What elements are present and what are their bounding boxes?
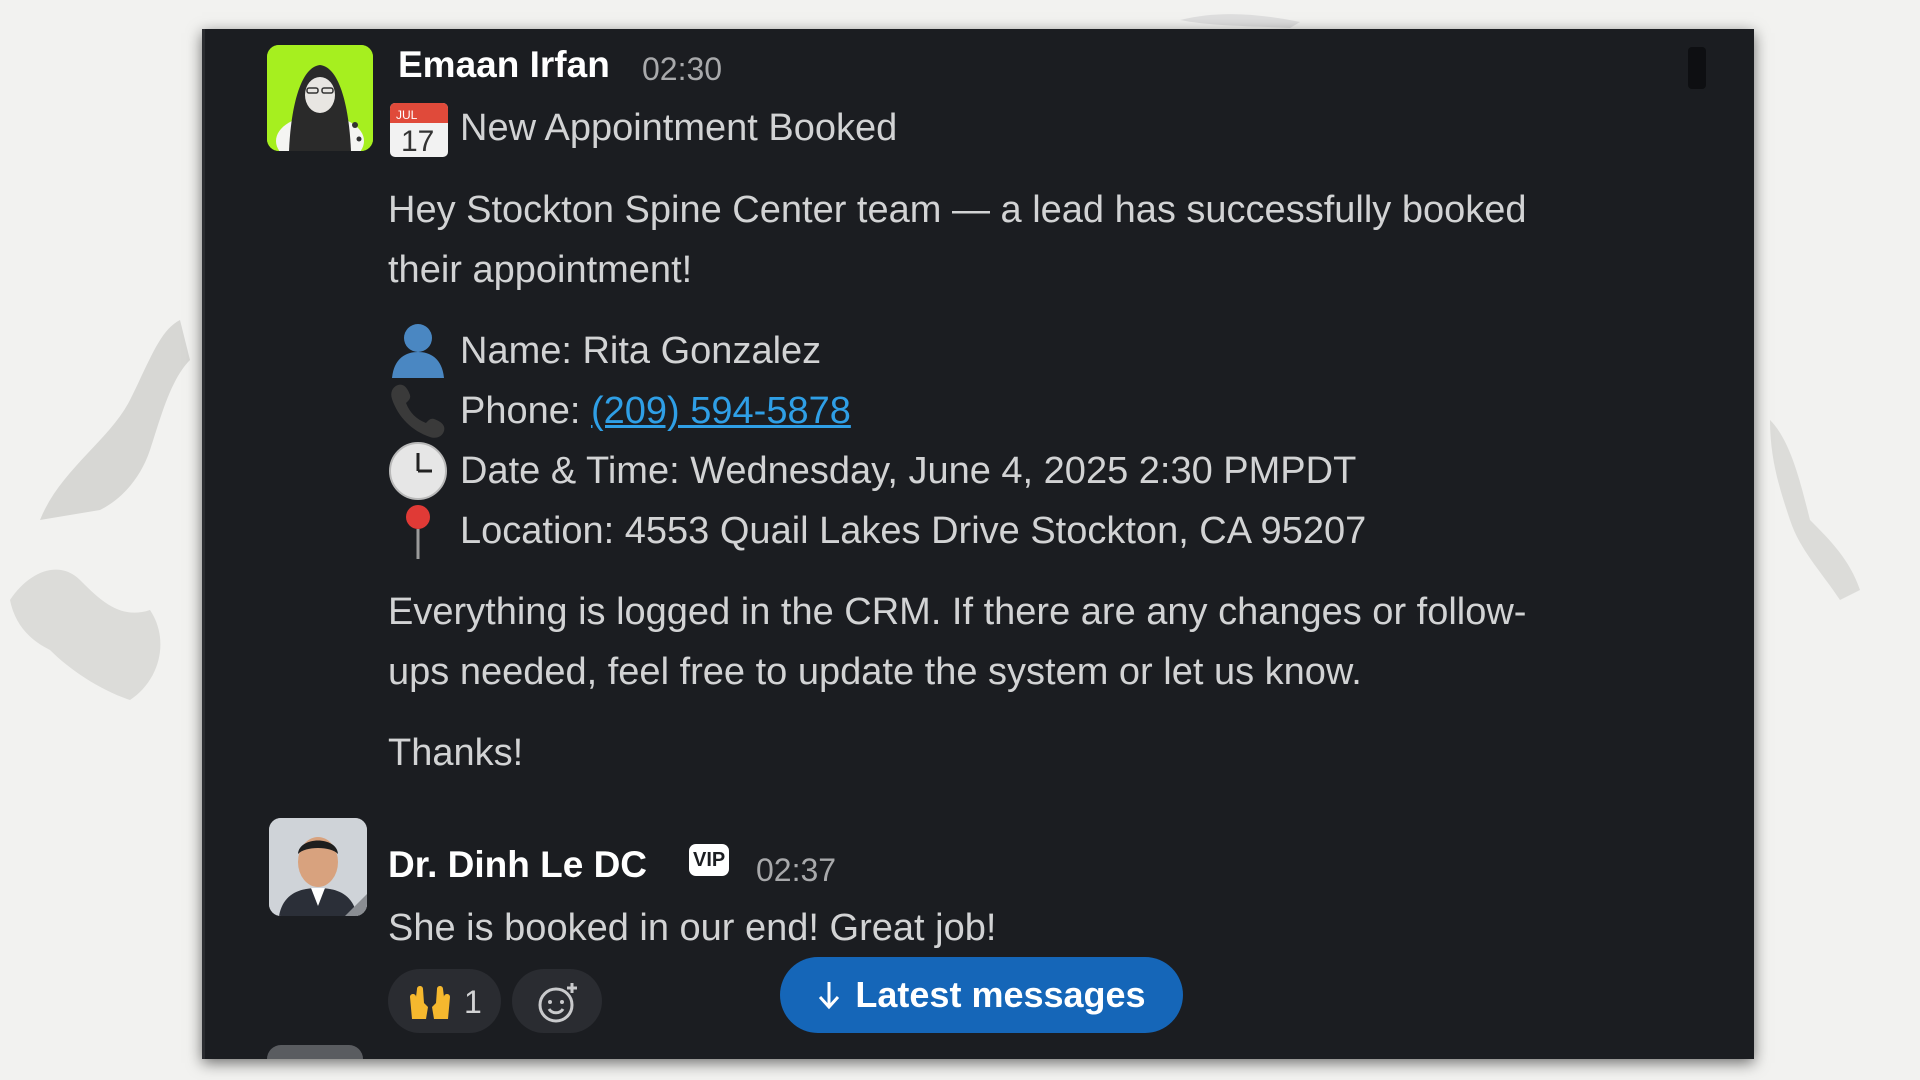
add-reaction-icon: [538, 983, 577, 1023]
vip-badge: VIP: [689, 844, 730, 876]
round-pushpin-icon: [388, 501, 448, 561]
avatar-dinh[interactable]: [269, 818, 367, 916]
person-silhouette-icon: [388, 320, 448, 380]
scrollbar-thumb[interactable]: [1688, 47, 1706, 89]
message-timestamp[interactable]: 02:37: [756, 852, 836, 889]
phone-label: Phone:: [460, 390, 591, 432]
appointment-location: Location: 4553 Quail Lakes Drive Stockto…: [460, 510, 1367, 552]
latest-messages-label: Latest messages: [855, 974, 1146, 1015]
sender-name[interactable]: Dr. Dinh Le DC: [388, 844, 647, 886]
raising-hands-icon: [410, 986, 450, 1019]
intro-line-2: their appointment!: [388, 249, 693, 291]
arrow-down-icon: [819, 982, 840, 1010]
thanks-line: Thanks!: [388, 732, 524, 774]
calendar-day: 17: [401, 125, 434, 158]
reaction-count: 1: [464, 984, 482, 1020]
lead-name: Name: Rita Gonzalez: [460, 330, 822, 372]
calendar-month: JUL: [396, 108, 418, 122]
avatar-next-message[interactable]: [267, 1045, 363, 1059]
clock-icon: [388, 441, 448, 501]
avatar-emaan[interactable]: [267, 45, 373, 151]
intro-line-1: Hey Stockton Spine Center team — a lead …: [388, 189, 1527, 231]
appointment-datetime: Date & Time: Wednesday, June 4, 2025 2:3…: [460, 450, 1357, 492]
message-timestamp[interactable]: 02:30: [642, 51, 722, 88]
phone-link[interactable]: (209) 594-5878: [591, 390, 851, 432]
latest-messages-button[interactable]: Latest messages: [780, 957, 1183, 1033]
appointment-heading: New Appointment Booked: [460, 107, 898, 149]
lead-phone: Phone: (209) 594-5878: [460, 381, 851, 441]
calendar-icon: JUL 17: [389, 99, 449, 159]
add-reaction-button[interactable]: [512, 969, 602, 1033]
crm-line-2: ups needed, feel free to update the syst…: [388, 651, 1362, 693]
chat-window: Emaan Irfan 02:30 JUL 17 New Appointment…: [202, 29, 1754, 1059]
reply-text: She is booked in our end! Great job!: [388, 907, 997, 949]
telephone-receiver-icon: [388, 381, 448, 441]
sender-name[interactable]: Emaan Irfan: [398, 44, 610, 86]
reaction-raised-hands[interactable]: 1: [388, 969, 501, 1033]
crm-line-1: Everything is logged in the CRM. If ther…: [388, 591, 1527, 633]
